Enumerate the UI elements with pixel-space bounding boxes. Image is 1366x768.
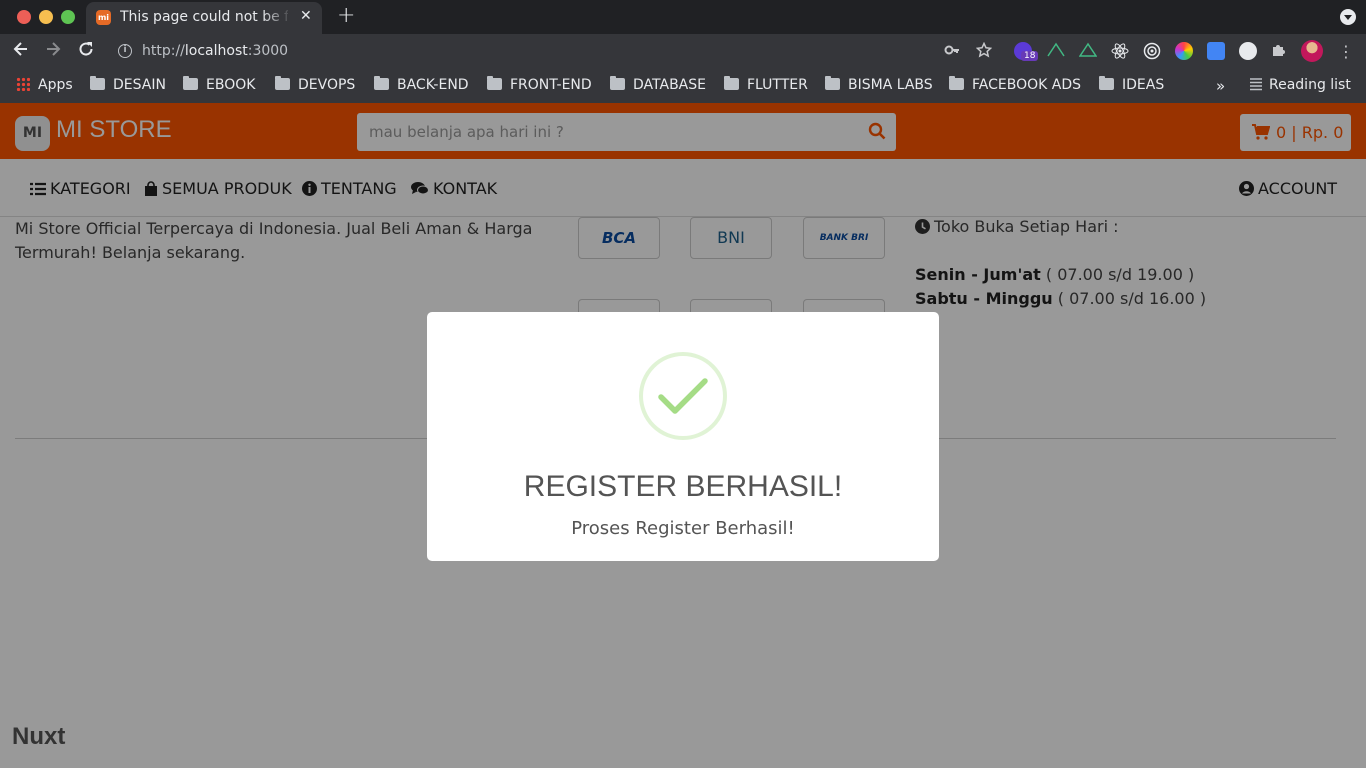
tab-search-dropdown-icon[interactable] [1340,9,1356,25]
react-devtools-icon[interactable] [1111,42,1129,64]
back-icon[interactable] [12,40,30,63]
bookmark-label: DESAIN [113,77,166,93]
bookmarks-bar: Apps DESAIN EBOOK DEVOPS BACK-END FRONT-… [0,70,1366,103]
dialog-title: REGISTER BERHASIL! [523,470,843,503]
reload-icon[interactable] [77,40,95,63]
folder-icon [610,76,625,90]
folder-icon [487,76,502,90]
bookmark-label: Apps [38,77,73,93]
window-close-button[interactable] [17,10,31,24]
bookmark-folder-back-end[interactable]: BACK-END [374,76,469,93]
target-extension-icon[interactable] [1143,42,1161,64]
success-check-icon [639,352,727,440]
bookmark-label: IDEAS [1122,77,1165,93]
folder-icon [825,76,840,90]
success-dialog: REGISTER BERHASIL! Proses Register Berha… [427,312,939,561]
vue-devtools-icon[interactable] [1047,42,1065,62]
bookmark-label: BACK-END [397,77,469,93]
bookmark-label: FLUTTER [747,77,808,93]
tab-close-icon[interactable]: ✕ [300,8,312,24]
folder-icon [949,76,964,90]
folder-icon [275,76,290,90]
tab-favicon-icon: mi [96,10,111,25]
browser-menu-icon[interactable]: ⋮ [1338,42,1354,61]
google-translate-icon[interactable] [1207,42,1225,60]
new-tab-button[interactable]: + [337,3,355,28]
nuxt-devtools-icon[interactable] [1078,42,1098,62]
folder-icon [724,76,739,90]
bookmark-folder-bisma-labs[interactable]: BISMA LABS [825,76,933,93]
bookmark-label: EBOOK [206,77,256,93]
bookmark-label: DEVOPS [298,77,356,93]
browser-toolbar: i http://localhost:3000 18 ⋮ [0,34,1366,70]
tab-title-fade [262,6,292,28]
bookmark-star-icon[interactable] [975,41,993,62]
address-bar[interactable]: http://localhost:3000 [142,43,288,59]
bookmarks-overflow-button[interactable]: » [1216,77,1225,95]
window-maximize-button[interactable] [61,10,75,24]
extensions-puzzle-icon[interactable] [1271,42,1287,62]
browser-tab-bar: mi This page could not be found ✕ + [0,0,1366,34]
bookmark-folder-flutter[interactable]: FLUTTER [724,76,808,93]
reading-list-label: Reading list [1269,77,1351,93]
extension-badge: 18 [1021,51,1039,61]
url-host: localhost [184,43,248,59]
bookmark-folder-devops[interactable]: DEVOPS [275,76,356,93]
folder-icon [374,76,389,90]
apps-grid-icon [16,77,30,91]
color-picker-extension-icon[interactable] [1175,42,1193,60]
bookmark-folder-ebook[interactable]: EBOOK [183,76,256,93]
folder-icon [183,76,198,90]
dialog-message: Proses Register Berhasil! [571,518,795,539]
folder-icon [1099,76,1114,90]
browser-tab-active[interactable]: mi This page could not be found ✕ [86,2,322,34]
bookmark-label: FACEBOOK ADS [972,77,1081,93]
forward-icon[interactable] [44,40,62,63]
extension-icon-circle[interactable] [1239,42,1257,60]
bookmark-label: BISMA LABS [848,77,933,93]
bookmark-folder-facebook-ads[interactable]: FACEBOOK ADS [949,76,1081,93]
site-info-icon[interactable]: i [118,44,132,58]
bookmark-folder-ideas[interactable]: IDEAS [1099,76,1165,93]
bookmark-folder-desain[interactable]: DESAIN [90,76,166,93]
reading-list-button[interactable]: Reading list [1249,77,1351,93]
url-port: :3000 [247,43,289,59]
url-scheme: http:// [142,43,185,59]
key-icon[interactable] [944,42,960,62]
reading-list-icon [1250,78,1262,91]
bookmark-folder-database[interactable]: DATABASE [610,76,706,93]
bookmark-label: FRONT-END [510,77,592,93]
window-minimize-button[interactable] [39,10,53,24]
bookmark-folder-front-end[interactable]: FRONT-END [487,76,592,93]
checkmark-icon [658,378,708,414]
folder-icon [90,76,105,90]
bookmark-apps[interactable]: Apps [16,77,73,93]
bookmark-label: DATABASE [633,77,706,93]
profile-avatar[interactable] [1301,40,1323,62]
